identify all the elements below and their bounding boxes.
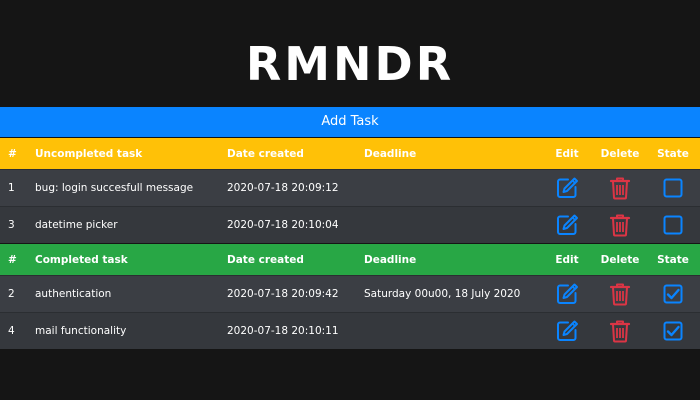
trash-icon [609, 213, 631, 237]
app-title: RMNDR [245, 37, 455, 91]
header-state: State [657, 253, 689, 266]
table-row: 1 bug: login succesfull message 2020-07-18… [0, 169, 700, 206]
delete-button[interactable] [598, 313, 642, 349]
pencil-square-icon [555, 319, 579, 343]
header-edit: Edit [555, 147, 579, 160]
header-number: # [8, 253, 17, 266]
header-date-created: Date created [227, 253, 304, 266]
checkbox-checked-icon [663, 321, 683, 341]
pencil-square-icon [555, 282, 579, 306]
uncompleted-tasks-table: # Uncompleted task Date created Deadline… [0, 138, 700, 243]
task-name: bug: login succesfull message [35, 182, 194, 194]
task-name: mail functionality [35, 325, 127, 337]
table-row: 3 datetime picker 2020-07-18 20:10:04 [0, 206, 700, 243]
task-date-created: 2020-07-18 20:10:04 [227, 219, 339, 231]
table-row: 2 authentication 2020-07-18 20:09:42 Saturd… [0, 275, 700, 312]
completed-rows: 2 authentication 2020-07-18 20:09:42 Saturd… [0, 275, 700, 349]
header-edit: Edit [555, 253, 579, 266]
uncompleted-rows: 1 bug: login succesfull message 2020-07-18… [0, 169, 700, 243]
header-number: # [8, 147, 17, 160]
completed-tasks-table: # Completed task Date created Deadline E… [0, 244, 700, 349]
delete-button[interactable] [598, 276, 642, 312]
edit-button[interactable] [548, 207, 586, 243]
pencil-square-icon [555, 213, 579, 237]
add-task-button[interactable]: Add Task [0, 107, 700, 137]
task-deadline: Saturday 00u00, 18 July 2020 [364, 288, 521, 300]
state-checkbox[interactable] [656, 207, 690, 243]
edit-button[interactable] [548, 313, 586, 349]
task-date-created: 2020-07-18 20:09:12 [227, 182, 339, 194]
header-deadline: Deadline [364, 147, 417, 160]
table-row: 4 mail functionality 2020-07-18 20:10:11 [0, 312, 700, 349]
task-number: 2 [8, 288, 15, 300]
checkbox-unchecked-icon [663, 178, 683, 198]
delete-button[interactable] [598, 207, 642, 243]
header-task-name: Uncompleted task [35, 147, 143, 160]
header-deadline: Deadline [364, 253, 417, 266]
pencil-square-icon [555, 176, 579, 200]
task-number: 3 [8, 219, 15, 231]
state-checkbox[interactable] [656, 276, 690, 312]
delete-button[interactable] [598, 170, 642, 206]
trash-icon [609, 176, 631, 200]
checkbox-unchecked-icon [663, 215, 683, 235]
task-number: 1 [8, 182, 15, 194]
table-header-completed: # Completed task Date created Deadline E… [0, 244, 700, 275]
task-date-created: 2020-07-18 20:09:42 [227, 288, 339, 300]
task-name: authentication [35, 288, 112, 300]
task-name: datetime picker [35, 219, 118, 231]
edit-button[interactable] [548, 276, 586, 312]
header-delete: Delete [600, 253, 640, 266]
task-date-created: 2020-07-18 20:10:11 [227, 325, 339, 337]
table-header-uncompleted: # Uncompleted task Date created Deadline… [0, 138, 700, 169]
trash-icon [609, 282, 631, 306]
header-task-name: Completed task [35, 253, 128, 266]
task-number: 4 [8, 325, 15, 337]
header-delete: Delete [600, 147, 640, 160]
checkbox-checked-icon [663, 284, 683, 304]
header-state: State [657, 147, 689, 160]
header-date-created: Date created [227, 147, 304, 160]
state-checkbox[interactable] [656, 313, 690, 349]
edit-button[interactable] [548, 170, 586, 206]
trash-icon [609, 319, 631, 343]
state-checkbox[interactable] [656, 170, 690, 206]
